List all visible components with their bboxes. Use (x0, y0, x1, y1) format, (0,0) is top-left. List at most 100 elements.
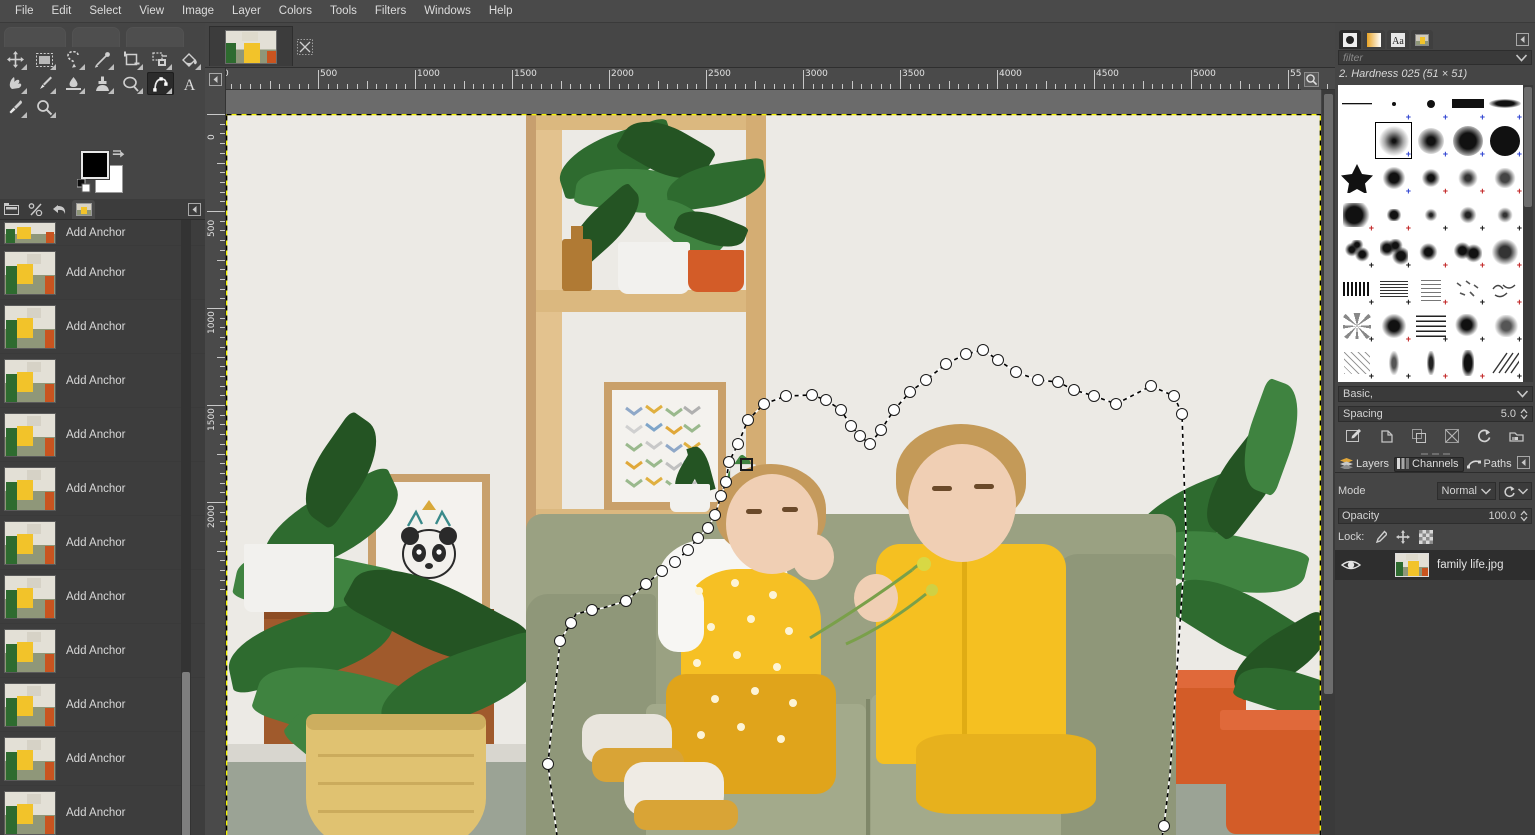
tab-tool-options[interactable] (0, 200, 23, 219)
canvas-scrollbar-thumb[interactable] (1324, 94, 1333, 694)
tab-undo-history[interactable] (72, 200, 95, 219)
ruler-origin-button[interactable] (205, 68, 226, 90)
brush-cell[interactable]: + (1338, 270, 1375, 307)
layer-list[interactable]: family life.jpg (1335, 550, 1535, 835)
menu-file[interactable]: File (6, 1, 43, 21)
brush-cell[interactable]: + (1338, 307, 1375, 344)
color-picker-tool[interactable] (2, 96, 29, 119)
brush-spacing-field[interactable]: Spacing 5.0 (1338, 406, 1533, 422)
menu-select[interactable]: Select (80, 1, 130, 21)
lock-position-icon[interactable] (1396, 530, 1411, 544)
dodge-burn-tool[interactable] (118, 72, 145, 95)
lock-pixels-icon[interactable] (1373, 530, 1388, 544)
layer-opacity-row[interactable]: Opacity 100.0 (1338, 508, 1532, 524)
bucket-fill-tool[interactable] (176, 48, 203, 71)
image-tab[interactable] (209, 26, 293, 66)
history-item[interactable]: Add Anchor (0, 732, 205, 786)
menu-tools[interactable]: Tools (321, 1, 366, 21)
mode-dropdown[interactable]: Normal (1436, 482, 1496, 500)
brush-cell[interactable]: + (1486, 196, 1523, 233)
brush-cell[interactable]: + (1412, 122, 1449, 159)
open-brush-icon[interactable] (1509, 428, 1525, 444)
measure-tool[interactable] (89, 48, 116, 71)
menu-help[interactable]: Help (480, 1, 522, 21)
brush-menu-button[interactable] (1516, 33, 1529, 49)
duplicate-brush-icon[interactable] (1411, 428, 1427, 444)
tab-paths[interactable]: Paths (1464, 457, 1517, 472)
brush-cell[interactable]: + (1449, 233, 1486, 270)
menu-colors[interactable]: Colors (270, 1, 321, 21)
transform-tool[interactable] (147, 48, 174, 71)
history-item[interactable]: Add Anchor (0, 408, 205, 462)
new-brush-icon[interactable] (1379, 428, 1395, 444)
smudge-tool[interactable] (2, 72, 29, 95)
mode-switch-button[interactable] (1499, 482, 1532, 500)
delete-brush-icon[interactable] (1444, 428, 1460, 444)
brush-cell[interactable] (1338, 159, 1375, 196)
paths-tool[interactable] (147, 72, 174, 95)
brush-cell[interactable]: + (1486, 159, 1523, 196)
brush-cell[interactable]: + (1412, 159, 1449, 196)
tab-undo-history-arrow[interactable] (48, 200, 71, 219)
history-item[interactable]: Add Anchor (0, 300, 205, 354)
tab-gradients[interactable] (1363, 30, 1385, 49)
move-tool[interactable] (2, 48, 29, 71)
brush-filter-field[interactable]: filter (1338, 50, 1532, 65)
brush-cell[interactable]: + (1338, 344, 1375, 381)
edit-brush-icon[interactable] (1346, 428, 1362, 444)
brush-grid-scrollbar[interactable] (1523, 85, 1533, 382)
lock-alpha-icon[interactable] (1419, 530, 1434, 544)
brush-cell[interactable]: + (1486, 233, 1523, 270)
reset-colors-icon[interactable] (77, 179, 91, 193)
brush-cell[interactable]: + (1375, 233, 1412, 270)
spinner-icon[interactable] (1520, 510, 1528, 522)
history-item[interactable]: Add Anchor (0, 570, 205, 624)
zoom-image-button[interactable] (1301, 68, 1321, 90)
layers-menu-button[interactable] (1517, 456, 1530, 472)
tab-document-history[interactable] (1411, 30, 1433, 49)
brush-cell[interactable]: + (1412, 307, 1449, 344)
history-item[interactable]: Add Anchor (0, 354, 205, 408)
history-scrollbar[interactable] (181, 220, 191, 835)
swap-colors-icon[interactable] (112, 149, 128, 163)
brush-cell-selected[interactable]: + (1375, 122, 1412, 159)
clone-tool[interactable] (89, 72, 116, 95)
menu-view[interactable]: View (130, 1, 173, 21)
undo-history-list[interactable]: Add Anchor Add Anchor Add Anchor Add Anc… (0, 220, 205, 835)
brush-cell[interactable]: + (1449, 85, 1486, 122)
history-item[interactable]: Add Anchor (0, 220, 205, 246)
rectangle-select-tool[interactable] (31, 48, 58, 71)
spinner-icon[interactable] (1520, 408, 1528, 420)
paintbrush-tool[interactable] (31, 72, 58, 95)
free-select-tool[interactable] (60, 48, 87, 71)
brush-cell[interactable]: + (1486, 122, 1523, 159)
tab-device-status[interactable] (24, 200, 47, 219)
brush-cell[interactable]: + (1412, 233, 1449, 270)
close-tab-icon[interactable] (295, 37, 315, 57)
brush-grid[interactable]: + + + + + + + + + + + + + + + + + + + + … (1338, 85, 1523, 382)
brush-cell[interactable]: + (1412, 270, 1449, 307)
brush-cell[interactable]: + (1486, 307, 1523, 344)
history-item[interactable]: Add Anchor (0, 786, 205, 835)
history-item[interactable]: Add Anchor (0, 462, 205, 516)
brush-cell[interactable]: + (1338, 233, 1375, 270)
menu-edit[interactable]: Edit (43, 1, 81, 21)
history-scrollbar-thumb[interactable] (182, 672, 190, 835)
menu-filters[interactable]: Filters (366, 1, 415, 21)
zoom-tool[interactable] (31, 96, 58, 119)
image-canvas[interactable] (226, 90, 1321, 835)
chevron-down-icon[interactable] (1517, 390, 1528, 398)
blur-sharpen-tool[interactable] (60, 72, 87, 95)
brush-cell[interactable]: + (1375, 344, 1412, 381)
horizontal-ruler[interactable]: 0500100015002000250030003500400045005000… (205, 68, 1335, 90)
eye-visibility-icon[interactable] (1341, 558, 1361, 572)
brush-cell[interactable]: + (1486, 85, 1523, 122)
brush-cell[interactable]: + (1338, 196, 1375, 233)
brush-cell[interactable]: + (1375, 270, 1412, 307)
tab-fonts[interactable]: Aa (1387, 30, 1409, 49)
history-item[interactable]: Add Anchor (0, 678, 205, 732)
path-active-anchor[interactable] (740, 458, 753, 471)
tab-layers[interactable]: Layers (1337, 457, 1394, 472)
tab-channels[interactable]: Channels (1394, 456, 1464, 472)
tab-brushes[interactable] (1339, 30, 1361, 49)
